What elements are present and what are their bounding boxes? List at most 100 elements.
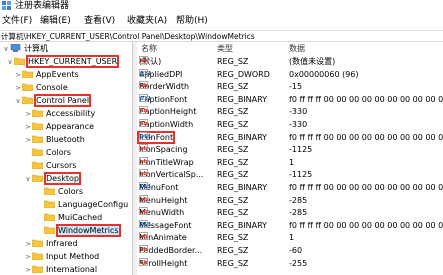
- value-type: REG_SZ: [217, 57, 249, 66]
- tree-item[interactable]: Colors: [24, 147, 71, 159]
- value-data: f0 ff ff ff 00 00 00 00 00 00 00 00 00 0…: [289, 183, 443, 192]
- tree-item[interactable]: ∨ HKEY_CURRENT_USER: [6, 55, 120, 68]
- string-value-icon: ab: [139, 156, 148, 165]
- string-value-icon: ab: [139, 207, 148, 216]
- table-row[interactable]: 011 IconFont REG_BINARY f0 ff ff ff 00 00 0…: [137, 130, 443, 144]
- value-type: REG_BINARY: [217, 220, 268, 230]
- tree-item[interactable]: > Console: [14, 82, 68, 94]
- table-row[interactable]: ab MenuHeight REG_SZ -285: [137, 194, 443, 207]
- chevron-right-icon[interactable]: >: [24, 238, 32, 250]
- tree-item[interactable]: > AppEvents: [14, 69, 79, 81]
- value-data: -330: [289, 120, 308, 129]
- string-value-icon: ab: [139, 119, 148, 127]
- chevron-right-icon[interactable]: >: [24, 264, 32, 275]
- value-name-cell: ab CaptionHeight: [139, 106, 196, 118]
- value-name: IconVerticalSp...: [139, 170, 204, 180]
- value-type: REG_BINARY: [217, 183, 268, 192]
- tree-item-label: HKEY_CURRENT_USER: [25, 55, 120, 68]
- value-type: REG_SZ: [217, 145, 249, 155]
- address-text[interactable]: 计算机\HKEY_CURRENT_USER\Control Panel\Desk…: [1, 31, 255, 42]
- chevron-right-icon[interactable]: >: [24, 121, 32, 133]
- folder-icon: [44, 187, 55, 195]
- table-row[interactable]: 011 MessageFont REG_BINARY f0 ff ff ff 00 0…: [137, 219, 443, 232]
- menu-edit[interactable]: 编辑(E): [40, 15, 71, 28]
- table-row[interactable]: ab MenuWidth REG_SZ -285: [137, 207, 443, 219]
- tree-item[interactable]: > Appearance: [24, 121, 94, 133]
- value-data: -1125: [289, 170, 313, 180]
- menu-file[interactable]: 文件(F): [2, 15, 32, 28]
- folder-icon: [44, 200, 55, 208]
- table-row[interactable]: ab MinAnimate REG_SZ 1: [137, 232, 443, 244]
- tree-item[interactable]: > Infrared: [24, 238, 78, 250]
- folder-icon: [32, 161, 43, 169]
- value-type: REG_SZ: [217, 195, 249, 205]
- tree-item-label: Bluetooth: [46, 135, 85, 144]
- value-type: REG_SZ: [217, 120, 249, 129]
- tree-item[interactable]: ∨ Desktop: [24, 172, 81, 185]
- column-header-data[interactable]: 数据: [289, 42, 305, 55]
- value-name-cell: 011 MenuFont: [139, 182, 178, 194]
- table-row[interactable]: ab IconVerticalSp... REG_SZ -1125: [137, 169, 443, 181]
- column-header-name[interactable]: 名称: [141, 42, 157, 55]
- table-row[interactable]: ab CaptionWidth REG_SZ -330: [137, 119, 443, 131]
- table-row[interactable]: ab IconSpacing REG_SZ -1125: [137, 144, 443, 156]
- column-header-type[interactable]: 类型: [217, 42, 233, 55]
- tree-item[interactable]: MuiCached: [36, 212, 102, 224]
- tree-item[interactable]: LanguageConfigu: [36, 199, 128, 211]
- table-row[interactable]: ab ScrollHeight REG_SZ -255: [137, 257, 443, 270]
- string-value-icon: ab: [139, 56, 148, 64]
- chevron-right-icon[interactable]: >: [24, 108, 32, 120]
- key-tree[interactable]: ∨ 计算机 ∨ HKEY_CURRENT_USER > AppEvents > Console…: [0, 42, 133, 275]
- tree-item[interactable]: Colors: [36, 186, 83, 198]
- table-row[interactable]: ab (默认) REG_SZ (数值未设置): [137, 56, 443, 68]
- chevron-right-icon[interactable]: >: [24, 134, 32, 146]
- value-type: REG_DWORD: [217, 69, 270, 79]
- menu-help[interactable]: 帮助(H): [176, 15, 208, 28]
- value-type: REG_BINARY: [217, 132, 268, 142]
- string-value-icon: ab: [139, 245, 148, 253]
- menu-favorites[interactable]: 收藏夹(A): [127, 15, 167, 28]
- chevron-right-icon[interactable]: >: [14, 69, 22, 81]
- chevron-down-icon[interactable]: ∨: [6, 56, 14, 68]
- value-list[interactable]: 名称 类型 数据 ab (默认) REG_SZ (数值未设置) 011 AppliedDP…: [137, 42, 443, 275]
- tree-item[interactable]: > Accessibility: [24, 108, 95, 120]
- value-type: REG_SZ: [217, 82, 249, 92]
- tree-item[interactable]: ∨ 计算机: [2, 43, 48, 55]
- value-data: (数值未设置): [289, 57, 336, 66]
- table-row[interactable]: ab CaptionHeight REG_SZ -330: [137, 106, 443, 118]
- tree-item-label: Accessibility: [46, 109, 96, 118]
- table-row[interactable]: ab BorderWidth REG_SZ -15: [137, 81, 443, 93]
- value-name-cell: ab ScrollHeight: [139, 257, 187, 270]
- table-row[interactable]: ab PaddedBorder... REG_SZ -60: [137, 245, 443, 257]
- tree-item[interactable]: ∨ Control Panel: [14, 94, 92, 107]
- menu-view[interactable]: 查看(V): [84, 15, 115, 28]
- tree-item[interactable]: > Bluetooth: [24, 134, 85, 146]
- chevron-right-icon[interactable]: >: [14, 82, 22, 94]
- chevron-down-icon[interactable]: ∨: [24, 173, 32, 185]
- tree-item[interactable]: WindowMetrics: [36, 224, 121, 237]
- computer-icon: [10, 44, 21, 52]
- value-type: REG_SZ: [217, 208, 249, 218]
- folder-icon: [32, 109, 43, 117]
- string-value-icon: ab: [139, 81, 148, 90]
- value-type: REG_SZ: [217, 157, 249, 167]
- tree-item[interactable]: Cursors: [24, 160, 76, 172]
- address-bar[interactable]: 计算机\HKEY_CURRENT_USER\Control Panel\Desk…: [0, 30, 443, 42]
- value-type: REG_SZ: [217, 107, 249, 117]
- value-name-cell: ab MenuWidth: [139, 207, 184, 219]
- chevron-down-icon[interactable]: ∨: [14, 95, 22, 107]
- value-type: REG_SZ: [217, 233, 249, 243]
- tree-item[interactable]: > Input Method: [24, 251, 99, 263]
- table-row[interactable]: ab IconTitleWrap REG_SZ 1: [137, 156, 443, 169]
- tree-item[interactable]: > International: [24, 264, 97, 275]
- tree-item-label: Appearance: [46, 122, 95, 131]
- chevron-right-icon[interactable]: >: [24, 251, 32, 263]
- table-row[interactable]: 011 CaptionFont REG_BINARY f0 ff ff ff 00 0…: [137, 93, 443, 106]
- value-data: f0 ff ff ff 00 00 00 00 00 00 00 00 00 0…: [289, 132, 443, 142]
- folder-icon: [22, 83, 33, 91]
- table-row[interactable]: 011 MenuFont REG_BINARY f0 ff ff ff 00 00 0…: [137, 182, 443, 194]
- value-type: REG_SZ: [217, 258, 249, 268]
- table-row[interactable]: 011 AppliedDPI REG_DWORD 0x00000060 (96): [137, 68, 443, 81]
- value-data: -255: [289, 258, 308, 268]
- chevron-down-icon[interactable]: ∨: [2, 43, 10, 55]
